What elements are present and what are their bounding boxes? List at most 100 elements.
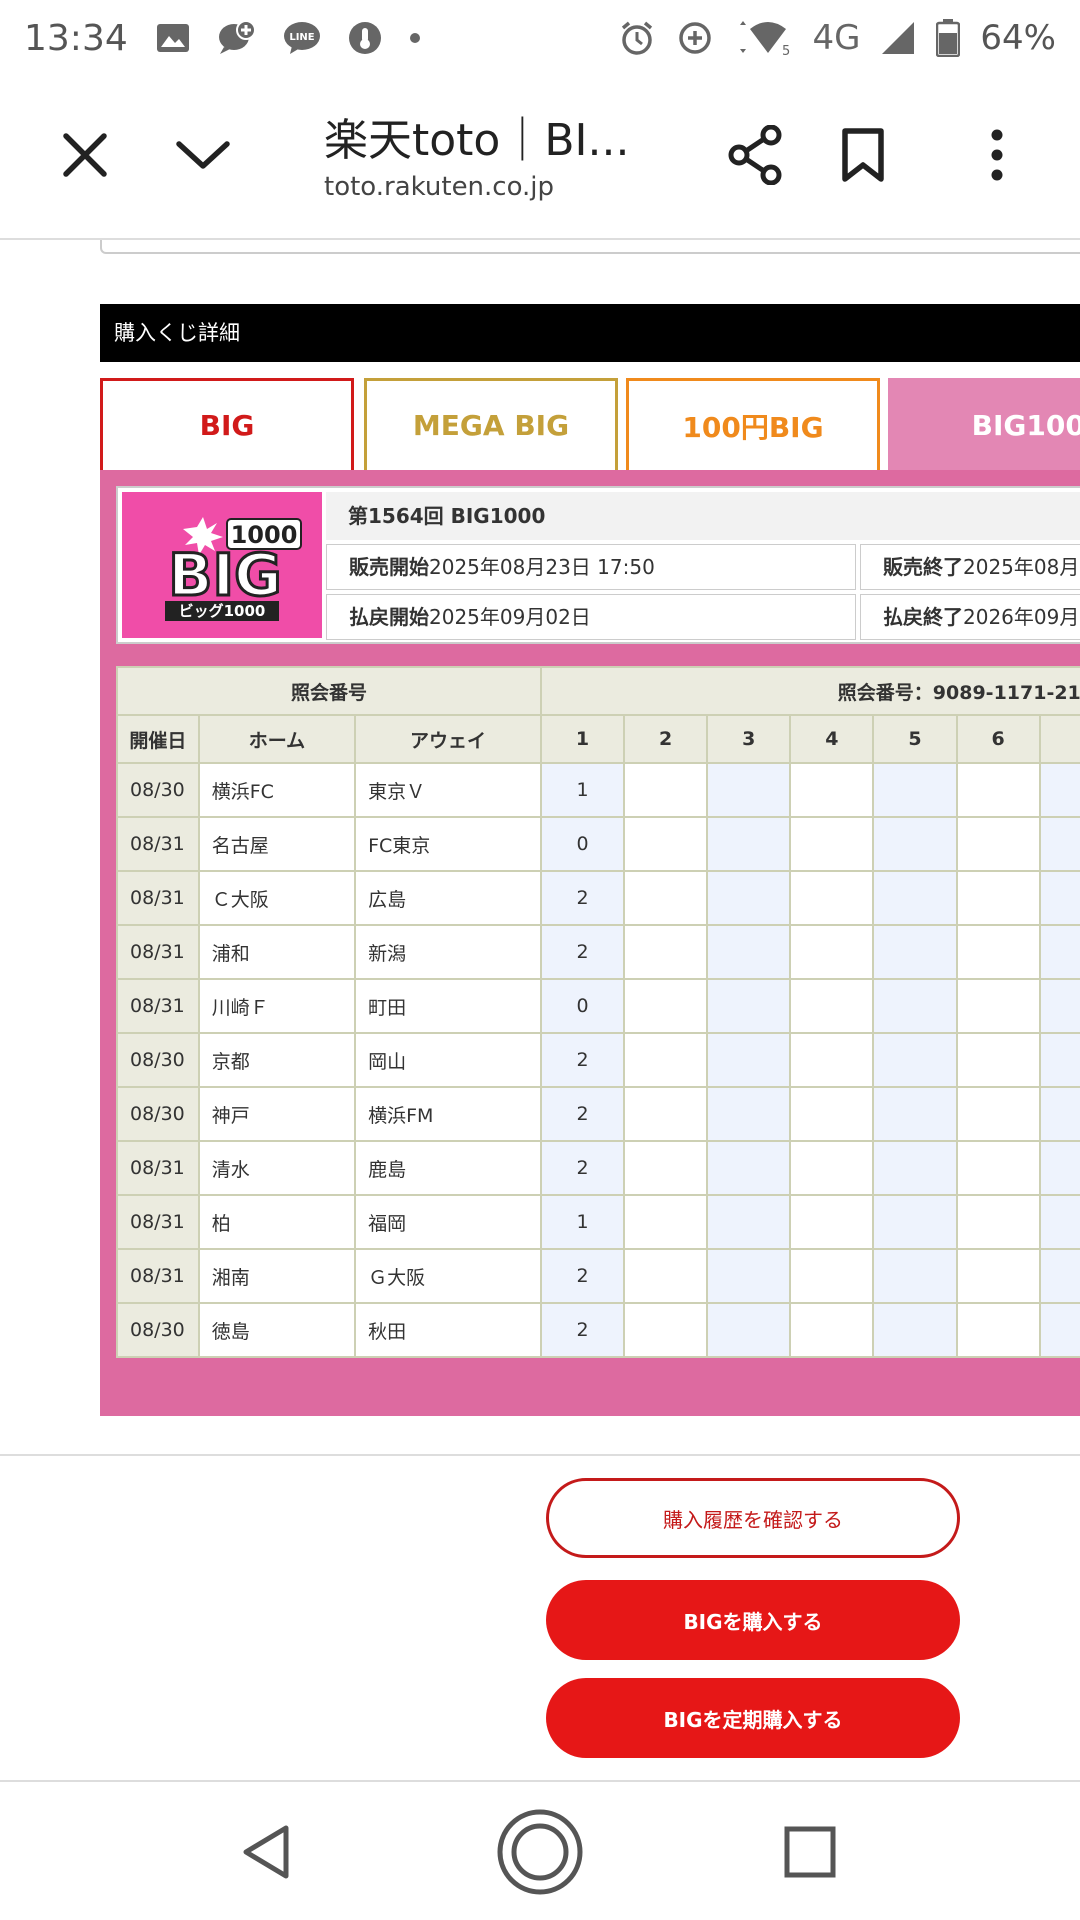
pick-cell-3 (706, 1140, 792, 1196)
home-team: 湘南 (197, 1248, 357, 1304)
recents-button[interactable] (760, 1804, 860, 1904)
home-team: 京都 (197, 1032, 357, 1088)
sale-end-label: 販売終了 (883, 555, 963, 579)
away-team: 横浜FM (354, 1086, 542, 1142)
pick-cell-6 (955, 1194, 1041, 1250)
away-header: アウェイ (354, 714, 542, 764)
pick-cell-4 (789, 1248, 875, 1304)
ref-number-header: 照会番号：9089-1171-211 (539, 666, 1080, 716)
tab-big[interactable]: BIG (100, 378, 354, 470)
home-team: 徳島 (197, 1302, 357, 1358)
previous-section-box (100, 240, 1080, 254)
pick-cell-3 (706, 978, 792, 1034)
tab-mega-big[interactable]: MEGA BIG (364, 378, 618, 470)
match-date: 08/31 (116, 1194, 200, 1250)
home-circle-icon (495, 1807, 585, 1901)
ref-label-header: 照会番号 (116, 666, 542, 716)
pick-cell-4 (789, 1032, 875, 1088)
pick-cell-1: 2 (539, 1140, 626, 1196)
pick-cell-1: 2 (539, 1086, 626, 1142)
col-header-2: 2 (623, 714, 709, 764)
home-team: 名古屋 (197, 816, 357, 872)
pick-cell-5 (872, 924, 958, 980)
pick-cell-6 (955, 1248, 1041, 1304)
close-icon (62, 132, 108, 182)
pick-cell-4 (789, 762, 875, 818)
share-button[interactable] (710, 112, 800, 202)
match-date: 08/31 (116, 924, 200, 980)
pick-cell-6 (955, 1032, 1041, 1088)
data-saver-icon (676, 19, 714, 57)
away-team: Ｇ大阪 (354, 1248, 542, 1304)
ticket-detail-panel: 1000 BIG ビッグ1000 第1564回 BIG1000 販売開始2025… (100, 470, 1080, 1416)
chat-add-icon (216, 20, 256, 56)
close-tab-button[interactable] (40, 112, 130, 202)
share-icon (727, 124, 783, 189)
col-header-4: 4 (789, 714, 875, 764)
buy-big-button[interactable]: BIGを購入する (546, 1580, 960, 1660)
col-header-5: 5 (872, 714, 958, 764)
home-team: 柏 (197, 1194, 357, 1250)
svg-text:BIG: BIG (168, 541, 281, 609)
payout-end: 払戻終了2026年09月0 (860, 594, 1080, 640)
tab-big1000[interactable]: BIG1000 (888, 378, 1080, 470)
pick-cell-4 (789, 816, 875, 872)
pick-cell-1: 2 (539, 924, 626, 980)
table-row: 08/30 京都 岡山 2 (116, 1032, 1080, 1088)
chevron-down-icon (175, 138, 231, 176)
pick-cell-3 (706, 762, 792, 818)
pick-cell-2 (623, 762, 709, 818)
pick-cell-7 (1038, 924, 1080, 980)
subscribe-big-button[interactable]: BIGを定期購入する (546, 1678, 960, 1758)
match-date: 08/31 (116, 978, 200, 1034)
system-nav-bar (0, 1780, 1080, 1920)
minimize-button[interactable] (158, 112, 248, 202)
page-url[interactable]: toto.rakuten.co.jp (324, 172, 554, 202)
gallery-icon (156, 23, 190, 53)
away-team: 広島 (354, 870, 542, 926)
pick-cell-1: 2 (539, 1032, 626, 1088)
battery-icon (936, 19, 961, 57)
home-team: 神戸 (197, 1086, 357, 1142)
svg-text:5: 5 (782, 44, 790, 57)
table-row: 08/31 柏福岡 1 (116, 1194, 1080, 1250)
bookmark-button[interactable] (818, 112, 908, 202)
pick-cell-5 (872, 1032, 958, 1088)
pick-cell-6 (955, 1086, 1041, 1142)
payout-end-value: 2026年09月0 (963, 605, 1080, 629)
date-header: 開催日 (116, 714, 200, 764)
pick-cell-3 (706, 870, 792, 926)
back-button[interactable] (216, 1804, 316, 1904)
away-team: 新潟 (354, 924, 542, 980)
pick-cell-5 (872, 816, 958, 872)
more-menu-button[interactable] (952, 112, 1042, 202)
pick-cell-2 (623, 1248, 709, 1304)
match-date: 08/30 (116, 1302, 200, 1358)
dot-icon (408, 31, 422, 45)
table-row: 08/30 神戸 横浜FM 2 (116, 1086, 1080, 1142)
pick-cell-6 (955, 978, 1041, 1034)
table-row: 08/31 浦和 新潟 2 (116, 924, 1080, 980)
pick-cell-1: 2 (539, 870, 626, 926)
pick-cell-2 (623, 1086, 709, 1142)
purchase-history-button[interactable]: 購入履歴を確認する (546, 1478, 960, 1558)
pick-cell-7 (1038, 1140, 1080, 1196)
match-date: 08/31 (116, 1140, 200, 1196)
col-header-1: 1 (539, 714, 626, 764)
sale-start: 販売開始2025年08月23日 17:50 (326, 544, 856, 590)
lottery-title: 第1564回 BIG1000 (326, 492, 1080, 540)
pick-cell-7 (1038, 762, 1080, 818)
pick-cell-4 (789, 978, 875, 1034)
pick-cell-6 (955, 816, 1041, 872)
sale-start-label: 販売開始 (349, 555, 429, 579)
pick-cell-2 (623, 1302, 709, 1358)
browser-toolbar: 楽天toto｜BI... toto.rakuten.co.jp (0, 76, 1080, 240)
pick-cell-4 (789, 924, 875, 980)
payout-start-value: 2025年09月02日 (429, 605, 591, 629)
pick-cell-1: 1 (539, 1194, 626, 1250)
home-button[interactable] (490, 1804, 590, 1904)
match-date: 08/30 (116, 1032, 200, 1088)
pick-cell-6 (955, 1140, 1041, 1196)
tab-100yen-big[interactable]: 100円BIG (626, 378, 880, 470)
table-row: 08/30 徳島 秋田 2 (116, 1302, 1080, 1358)
